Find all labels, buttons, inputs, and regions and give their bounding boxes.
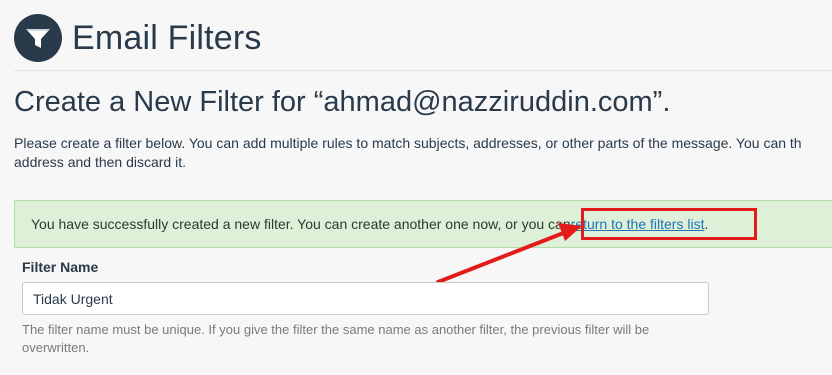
filter-name-input[interactable] [22, 282, 709, 315]
alert-message: You have successfully created a new filt… [31, 216, 571, 232]
page-title: Email Filters [72, 18, 262, 57]
page: Email Filters Create a New Filter for “a… [0, 0, 832, 375]
page-description: Please create a filter below. You can ad… [14, 135, 802, 170]
alert-suffix: . [704, 216, 709, 232]
filter-name-help: The filter name must be unique. If you g… [22, 322, 650, 355]
header-divider [14, 70, 832, 71]
funnel-icon [14, 14, 62, 62]
filter-name-label: Filter Name [22, 259, 99, 275]
page-header: Email Filters [14, 8, 262, 68]
success-alert: You have successfully created a new filt… [14, 200, 832, 248]
return-to-filters-link[interactable]: return to the filters list [571, 216, 705, 232]
create-filter-heading: Create a New Filter for “ahmad@nazzirudd… [14, 86, 671, 118]
